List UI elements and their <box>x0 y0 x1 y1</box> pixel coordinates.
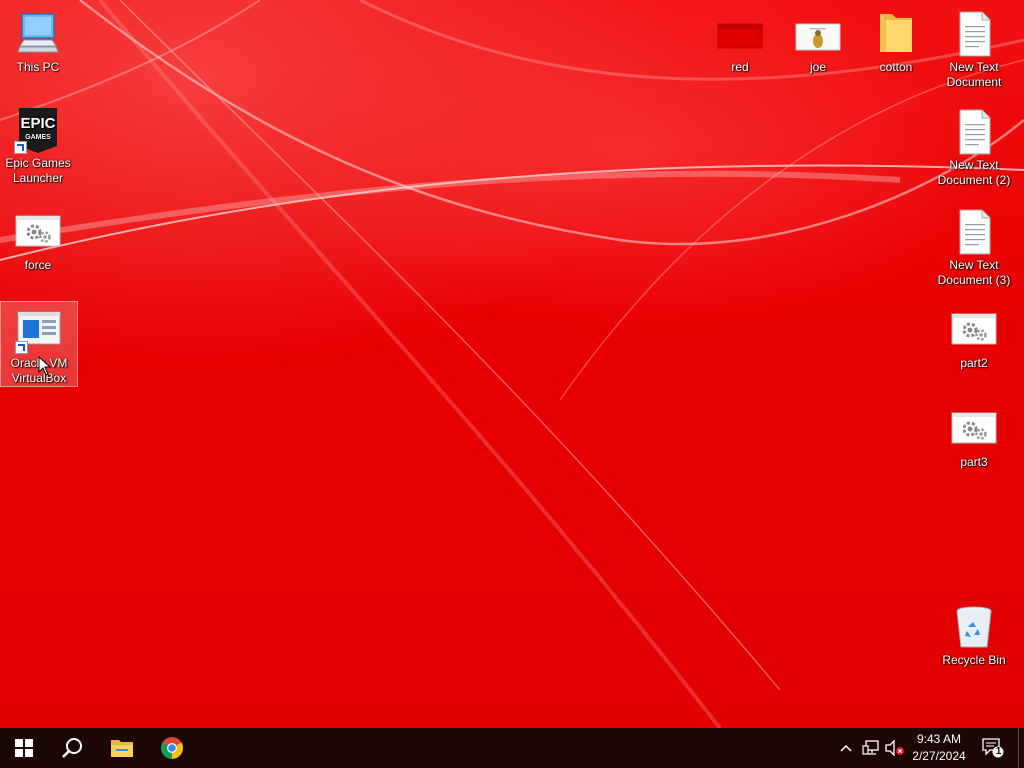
virtualbox-icon <box>15 306 63 354</box>
search-button[interactable] <box>48 728 96 768</box>
shortcut-arrow-icon <box>15 341 28 354</box>
desktop-icon-label: New Text Document (3) <box>937 258 1011 287</box>
volume-button[interactable] <box>884 728 906 768</box>
chrome-icon <box>161 737 183 759</box>
start-button[interactable] <box>0 728 48 768</box>
settings-file-icon <box>950 405 998 453</box>
windows-logo-icon <box>15 739 33 757</box>
desktop-icon-this-pc[interactable]: This PC <box>0 6 76 75</box>
clock-time: 9:43 AM <box>916 732 962 746</box>
mouse-cursor-icon <box>38 356 52 376</box>
folder-icon <box>872 10 920 58</box>
desktop-icon-part3[interactable]: part3 <box>936 401 1012 470</box>
desktop-icon-new-text-document-2[interactable]: New Text Document (2) <box>936 104 1012 188</box>
taskbar: 9:43 AM 2/27/2024 1 <box>0 728 1024 768</box>
action-center-button[interactable]: 1 <box>980 728 1006 768</box>
recycle-bin-icon <box>950 603 998 651</box>
chrome-button[interactable] <box>148 728 196 768</box>
network-button[interactable] <box>860 728 882 768</box>
image-file-icon <box>716 10 764 58</box>
file-explorer-icon <box>111 740 133 757</box>
desktop[interactable]: This PC EPIC GAMES Epic Games Launcher f… <box>0 0 1024 728</box>
epic-logo-text: EPIC <box>20 115 55 132</box>
settings-file-icon <box>14 208 62 256</box>
desktop-icon-label: Recycle Bin <box>942 653 1006 667</box>
desktop-icon-label: red <box>731 60 749 74</box>
desktop-icon-epic-games-launcher[interactable]: EPIC GAMES Epic Games Launcher <box>0 102 76 186</box>
file-explorer-button[interactable] <box>98 728 146 768</box>
desktop-icon-force[interactable]: force <box>0 204 76 273</box>
search-icon <box>62 738 82 758</box>
computer-icon <box>14 10 62 58</box>
chevron-up-icon <box>840 744 852 752</box>
network-icon <box>862 740 879 755</box>
epic-logo-sub: GAMES <box>25 134 51 141</box>
show-hidden-icons-button[interactable] <box>836 728 856 768</box>
shortcut-arrow-icon <box>14 141 27 154</box>
show-desktop-button[interactable] <box>1018 728 1024 768</box>
desktop-icon-new-text-document-3[interactable]: New Text Document (3) <box>936 204 1012 288</box>
clock[interactable]: 9:43 AM 2/27/2024 <box>906 731 972 765</box>
desktop-icon-label: part3 <box>960 455 988 469</box>
desktop-icon-label: Epic Games Launcher <box>5 156 71 185</box>
volume-muted-icon <box>885 740 904 756</box>
desktop-icon-label: This PC <box>16 60 60 74</box>
wallpaper <box>0 0 1024 728</box>
image-file-icon <box>794 10 842 58</box>
epic-games-icon: EPIC GAMES <box>14 106 62 154</box>
desktop-icon-red[interactable]: red <box>702 6 778 75</box>
settings-file-icon <box>950 306 998 354</box>
desktop-icon-label: part2 <box>960 356 988 370</box>
desktop-icon-cotton[interactable]: cotton <box>858 6 934 75</box>
desktop-icon-label: cotton <box>879 60 913 74</box>
desktop-icon-label: New Text Document <box>946 60 1002 89</box>
text-file-icon <box>950 108 998 156</box>
desktop-icon-part2[interactable]: part2 <box>936 302 1012 371</box>
desktop-icon-joe[interactable]: joe <box>780 6 856 75</box>
desktop-icon-recycle-bin[interactable]: Recycle Bin <box>936 599 1012 668</box>
desktop-icon-new-text-document[interactable]: New Text Document <box>936 6 1012 90</box>
text-file-icon <box>950 208 998 256</box>
text-file-icon <box>950 10 998 58</box>
clock-date: 2/27/2024 <box>912 749 966 763</box>
desktop-icon-label: New Text Document (2) <box>937 158 1011 187</box>
desktop-icon-label: force <box>24 258 52 272</box>
desktop-icon-label: joe <box>809 60 826 74</box>
notification-count-badge: 1 <box>995 746 1002 757</box>
